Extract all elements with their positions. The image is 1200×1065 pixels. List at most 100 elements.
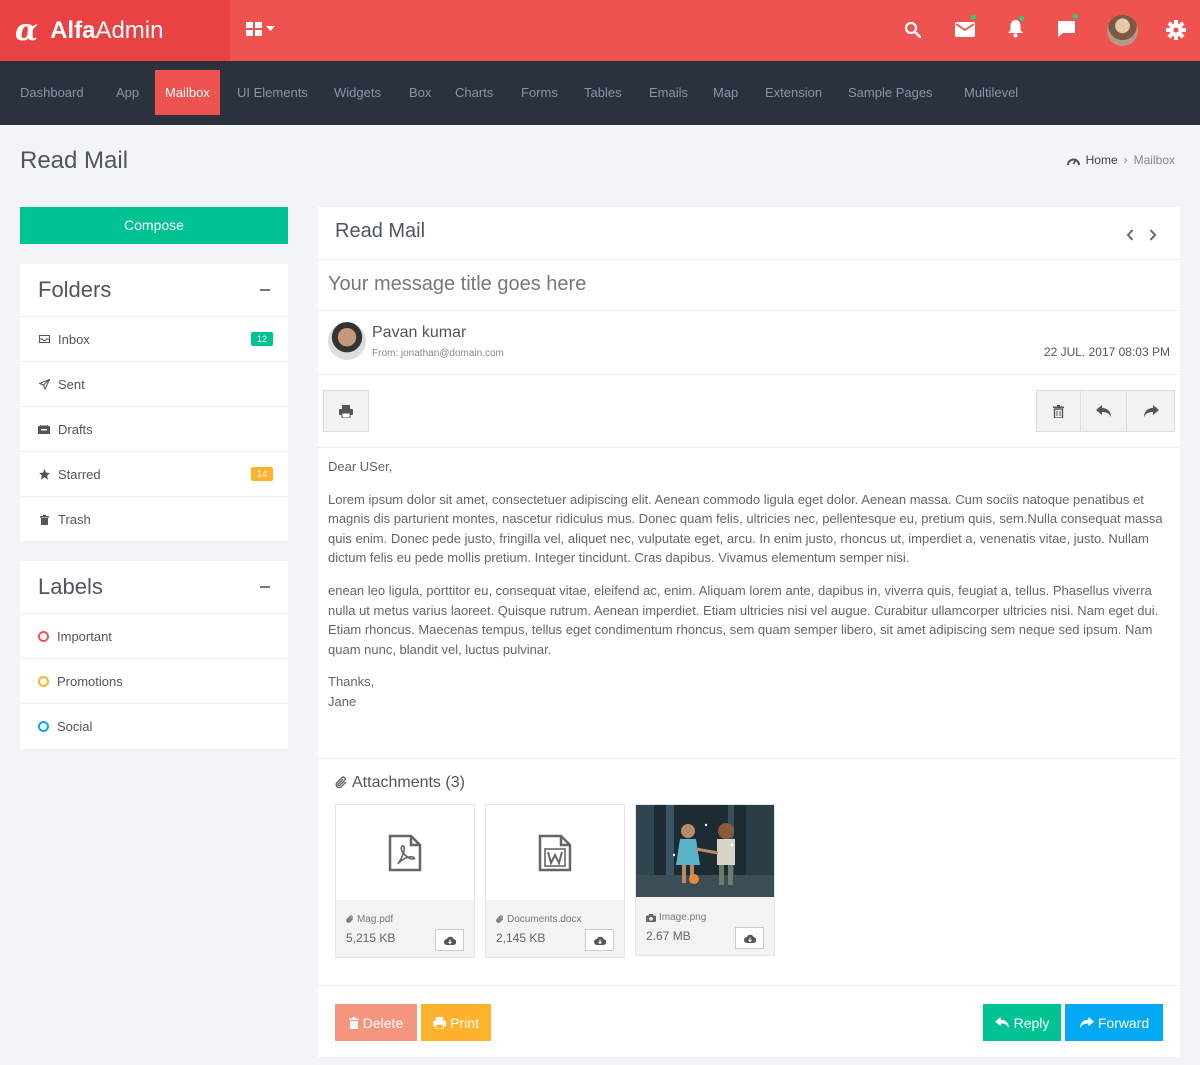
print-icon-button[interactable] — [323, 390, 369, 432]
brand-logo[interactable]: α Alfa Admin — [0, 0, 230, 61]
download-button[interactable] — [585, 929, 614, 951]
brand-name-bold: Alfa — [50, 16, 96, 44]
folder-drafts[interactable]: Drafts — [20, 407, 288, 452]
bell-status-dot — [1018, 15, 1025, 22]
children-photo — [636, 805, 774, 897]
attachments-title: Attachments (3) — [352, 774, 465, 791]
folder-inbox[interactable]: Inbox 12 — [20, 317, 288, 362]
mail-notifications-button[interactable] — [955, 14, 977, 37]
attachment-size: 2.67 MB — [646, 929, 691, 943]
notifications-button[interactable] — [1007, 15, 1025, 38]
folder-trash[interactable]: Trash — [20, 497, 288, 542]
dashboard-icon — [1066, 158, 1080, 165]
delete-icon-button[interactable] — [1036, 390, 1081, 432]
folders-card: Folders Inbox 12 Sent Drafts Starred 14 … — [20, 264, 288, 541]
print-label: Print — [450, 1014, 479, 1031]
image-thumbnail — [636, 805, 774, 897]
folder-sent[interactable]: Sent — [20, 362, 288, 407]
nav-multilevel[interactable]: Multilevel — [954, 70, 1028, 115]
trash-icon — [1053, 404, 1064, 418]
attachment-size: 5,215 KB — [346, 931, 396, 945]
reply-icon-button[interactable] — [1080, 390, 1127, 432]
sender-name: Pavan kumar — [372, 324, 467, 341]
caret-down-icon — [266, 26, 275, 31]
label-social[interactable]: Social — [20, 704, 288, 749]
nav-app[interactable]: App — [106, 70, 149, 115]
nav-charts[interactable]: Charts — [445, 70, 503, 115]
page-title: Read Mail — [20, 147, 129, 174]
collapse-icon[interactable] — [260, 289, 270, 291]
nav-widgets[interactable]: Widgets — [324, 70, 391, 115]
label-name: Important — [57, 628, 112, 644]
attachment-name: Documents.docx — [507, 914, 582, 925]
collapse-icon[interactable] — [260, 586, 270, 588]
mail-thanks: Thanks, — [328, 674, 375, 690]
delete-button[interactable]: Delete — [335, 1004, 417, 1041]
forward-label: Forward — [1097, 1014, 1150, 1031]
labels-title: Labels — [38, 574, 103, 599]
attachment-size: 2,145 KB — [496, 931, 546, 945]
attachment-item[interactable]: Documents.docx 2,145 KB — [485, 804, 625, 958]
attachment-name: Mag.pdf — [357, 914, 394, 925]
reply-label: Reply — [1013, 1014, 1050, 1031]
drafts-icon — [38, 424, 50, 434]
forward-icon — [1143, 404, 1159, 417]
labels-card: Labels Important Promotions Social — [20, 561, 288, 749]
main-nav: Dashboard App Mailbox UI Elements Widget… — [0, 61, 1200, 125]
user-avatar[interactable] — [1107, 15, 1138, 46]
forward-icon — [1079, 1016, 1094, 1028]
read-mail-card: Read Mail Your message title goes here P… — [318, 207, 1180, 1057]
search-button[interactable] — [904, 21, 921, 38]
download-button[interactable] — [435, 929, 464, 951]
nav-tables[interactable]: Tables — [574, 70, 632, 115]
delete-label: Delete — [362, 1014, 404, 1031]
breadcrumb: Home › Mailbox — [1066, 153, 1175, 167]
nav-map[interactable]: Map — [703, 70, 748, 115]
forward-button[interactable]: Forward — [1065, 1004, 1163, 1041]
cloud-download-icon — [593, 936, 606, 945]
attachment-name: Image.png — [659, 912, 707, 923]
attachment-item[interactable]: Image.png 2.67 MB — [635, 804, 775, 956]
nav-emails[interactable]: Emails — [639, 70, 698, 115]
label-promotions[interactable]: Promotions — [20, 659, 288, 704]
search-icon — [904, 21, 921, 38]
pdf-icon — [388, 834, 422, 871]
mail-signoff: Jane — [328, 693, 357, 709]
mail-paragraph: Lorem ipsum dolor sit amet, consectetuer… — [328, 491, 1163, 566]
sender-email: From: jonathan@domain.com — [372, 348, 504, 359]
sender-avatar — [328, 322, 366, 360]
nav-sample-pages[interactable]: Sample Pages — [838, 70, 943, 115]
print-icon — [339, 404, 353, 418]
nav-ui-elements[interactable]: UI Elements — [227, 70, 318, 115]
apps-menu-button[interactable] — [246, 22, 275, 36]
reply-button[interactable]: Reply — [983, 1004, 1061, 1041]
mail-status-dot — [970, 14, 977, 21]
paperclip-icon — [346, 915, 354, 923]
nav-forms[interactable]: Forms — [511, 70, 568, 115]
folder-label: Sent — [58, 376, 85, 392]
mail-icon — [955, 22, 975, 37]
next-mail-button[interactable] — [1149, 229, 1157, 241]
print-button[interactable]: Print — [421, 1004, 491, 1041]
nav-box[interactable]: Box — [399, 70, 441, 115]
nav-mailbox[interactable]: Mailbox — [155, 70, 220, 115]
download-button[interactable] — [735, 927, 764, 949]
paper-plane-icon — [38, 378, 50, 390]
forward-icon-button[interactable] — [1126, 390, 1175, 432]
nav-dashboard[interactable]: Dashboard — [10, 70, 94, 115]
word-icon — [538, 834, 572, 871]
reply-icon — [1095, 404, 1111, 417]
folder-label: Trash — [58, 512, 91, 527]
settings-button[interactable] — [1166, 20, 1186, 40]
messages-button[interactable] — [1057, 13, 1079, 38]
label-important[interactable]: Important — [20, 614, 288, 659]
chat-icon — [1058, 21, 1075, 37]
compose-button[interactable]: Compose — [20, 207, 288, 244]
circle-icon — [38, 630, 49, 642]
top-bar: α Alfa Admin — [0, 0, 1200, 61]
folder-starred[interactable]: Starred 14 — [20, 452, 288, 497]
previous-mail-button[interactable] — [1126, 229, 1134, 241]
breadcrumb-home[interactable]: Home — [1086, 153, 1118, 167]
attachment-item[interactable]: Mag.pdf 5,215 KB — [335, 804, 475, 958]
nav-extension[interactable]: Extension — [755, 70, 832, 115]
